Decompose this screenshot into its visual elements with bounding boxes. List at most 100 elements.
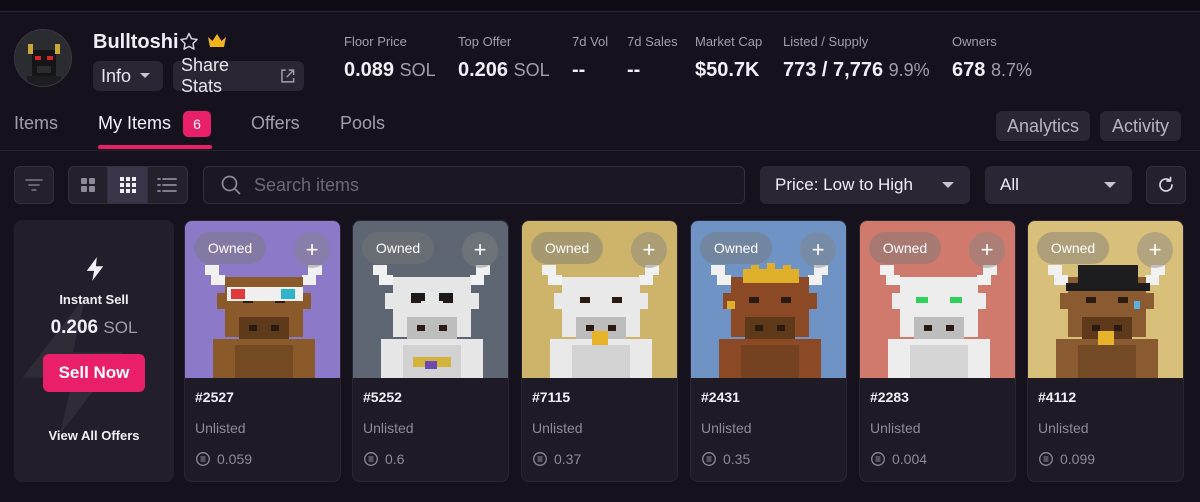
favorite-star-icon[interactable] bbox=[178, 31, 200, 58]
last-sale-icon bbox=[196, 452, 210, 466]
nft-status: Unlisted bbox=[195, 420, 246, 436]
last-sale-icon bbox=[1039, 452, 1053, 466]
filter-toggle-button[interactable] bbox=[14, 166, 54, 204]
nft-status: Unlisted bbox=[870, 420, 921, 436]
last-sale-icon bbox=[533, 452, 547, 466]
plus-icon: + bbox=[473, 237, 487, 262]
stat-7d-sales: 7d Sales -- bbox=[627, 34, 678, 82]
nft-number: #4112 bbox=[1038, 389, 1077, 405]
stat-label: Top Offer bbox=[458, 34, 512, 49]
nft-card[interactable]: Owned + #5252 Unlisted 0.6 bbox=[352, 220, 509, 482]
add-to-cart-button[interactable]: + bbox=[462, 232, 498, 268]
refresh-button[interactable] bbox=[1146, 166, 1186, 204]
add-to-cart-button[interactable]: + bbox=[969, 232, 1005, 268]
nft-price-value: 0.37 bbox=[554, 451, 582, 467]
stat-listed-supply: Listed / Supply 773 / 7,776 9.9% bbox=[783, 34, 930, 82]
nft-card[interactable]: Owned + #7115 Unlisted 0.37 bbox=[521, 220, 678, 482]
stat-value: -- bbox=[627, 59, 641, 81]
stat-market-cap: Market Cap $50.7K bbox=[695, 34, 762, 82]
tab-offers[interactable]: Offers bbox=[251, 113, 300, 134]
nft-last-price: 0.059 bbox=[195, 451, 252, 467]
chevron-down-icon bbox=[140, 73, 151, 78]
nft-card[interactable]: Owned + #4112 Unlisted 0.099 bbox=[1027, 220, 1184, 482]
stat-value: 0.206 bbox=[458, 59, 509, 81]
list-icon bbox=[157, 178, 178, 192]
stat-value: -- bbox=[572, 59, 586, 81]
instant-sell-amount: 0.206 SOL bbox=[14, 317, 174, 339]
nft-price-value: 0.004 bbox=[892, 451, 928, 467]
nft-status: Unlisted bbox=[532, 420, 583, 436]
add-to-cart-button[interactable]: + bbox=[631, 232, 667, 268]
tab-my-items[interactable]: My Items bbox=[98, 113, 171, 134]
refresh-icon bbox=[1159, 176, 1173, 192]
nft-status: Unlisted bbox=[363, 420, 414, 436]
nft-number: #2431 bbox=[701, 389, 740, 405]
plus-icon: + bbox=[642, 237, 656, 262]
nft-number: #2527 bbox=[195, 389, 234, 405]
filter-select[interactable]: All bbox=[985, 166, 1132, 204]
stat-value: 0.089 bbox=[344, 59, 395, 81]
nft-status: Unlisted bbox=[1038, 420, 1089, 436]
add-to-cart-button[interactable]: + bbox=[1137, 232, 1173, 268]
plus-icon: + bbox=[980, 237, 994, 262]
stat-floor-price: Floor Price 0.089 SOL bbox=[344, 34, 436, 82]
info-dropdown-button[interactable]: Info bbox=[93, 61, 163, 91]
stat-value: 773 / 7,776 bbox=[783, 59, 884, 81]
add-to-cart-button[interactable]: + bbox=[800, 232, 836, 268]
view-large-grid-button[interactable] bbox=[69, 167, 109, 203]
last-sale-icon bbox=[871, 452, 885, 466]
nft-last-price: 0.6 bbox=[363, 451, 404, 467]
nft-price-value: 0.059 bbox=[217, 451, 253, 467]
nft-card[interactable]: Owned + #2527 Unlisted 0.059 bbox=[184, 220, 341, 482]
sell-now-button[interactable]: Sell Now bbox=[43, 354, 145, 392]
tab-pools[interactable]: Pools bbox=[340, 113, 385, 134]
nft-number: #2283 bbox=[870, 389, 909, 405]
share-icon bbox=[281, 69, 295, 83]
my-items-count-badge: 6 bbox=[183, 111, 211, 137]
lightning-icon bbox=[86, 257, 104, 281]
analytics-button[interactable]: Analytics bbox=[996, 111, 1090, 141]
activity-button[interactable]: Activity bbox=[1100, 111, 1181, 141]
stat-7d-vol: 7d Vol -- bbox=[572, 34, 608, 82]
search-input[interactable] bbox=[254, 174, 714, 196]
view-all-offers-link[interactable]: View All Offers bbox=[14, 428, 174, 443]
last-sale-icon bbox=[364, 452, 378, 466]
nft-status: Unlisted bbox=[701, 420, 752, 436]
stat-label: 7d Vol bbox=[572, 34, 609, 49]
owned-badge: Owned bbox=[531, 232, 603, 264]
stat-label: Market Cap bbox=[695, 34, 763, 49]
owned-badge: Owned bbox=[869, 232, 941, 264]
view-list-button[interactable] bbox=[148, 167, 187, 203]
active-tab-underline bbox=[98, 145, 212, 149]
nft-card[interactable]: Owned + #2283 Unlisted 0.004 bbox=[859, 220, 1016, 482]
chevron-down-icon bbox=[1104, 181, 1116, 188]
nft-last-price: 0.004 bbox=[870, 451, 927, 467]
large-grid-icon bbox=[81, 178, 96, 192]
add-to-cart-button[interactable]: + bbox=[294, 232, 330, 268]
sort-select[interactable]: Price: Low to High bbox=[760, 166, 970, 204]
stat-label: Listed / Supply bbox=[783, 34, 869, 49]
share-stats-button[interactable]: Share Stats bbox=[173, 55, 304, 96]
filter-select-value: All bbox=[1000, 175, 1019, 194]
last-sale-icon bbox=[702, 452, 716, 466]
owned-badge: Owned bbox=[700, 232, 772, 264]
collection-name: Bulltoshi bbox=[93, 31, 179, 53]
nft-number: #7115 bbox=[532, 389, 571, 405]
nft-last-price: 0.099 bbox=[1038, 451, 1095, 467]
view-mode-group bbox=[68, 166, 188, 204]
small-grid-icon bbox=[119, 177, 136, 193]
share-stats-label: Share Stats bbox=[181, 55, 230, 96]
nft-last-price: 0.35 bbox=[701, 451, 750, 467]
tab-items[interactable]: Items bbox=[14, 113, 58, 134]
plus-icon: + bbox=[305, 237, 319, 262]
owned-badge: Owned bbox=[362, 232, 434, 264]
view-small-grid-button[interactable] bbox=[108, 167, 148, 203]
plus-icon: + bbox=[1148, 237, 1162, 262]
stat-owners: Owners 678 8.7% bbox=[952, 34, 1032, 82]
crown-icon bbox=[207, 33, 227, 54]
stat-unit: SOL bbox=[513, 60, 550, 80]
collection-avatar[interactable] bbox=[14, 29, 72, 87]
stat-label: 7d Sales bbox=[627, 34, 678, 49]
nft-card[interactable]: Owned + #2431 Unlisted 0.35 bbox=[690, 220, 847, 482]
nft-last-price: 0.37 bbox=[532, 451, 581, 467]
